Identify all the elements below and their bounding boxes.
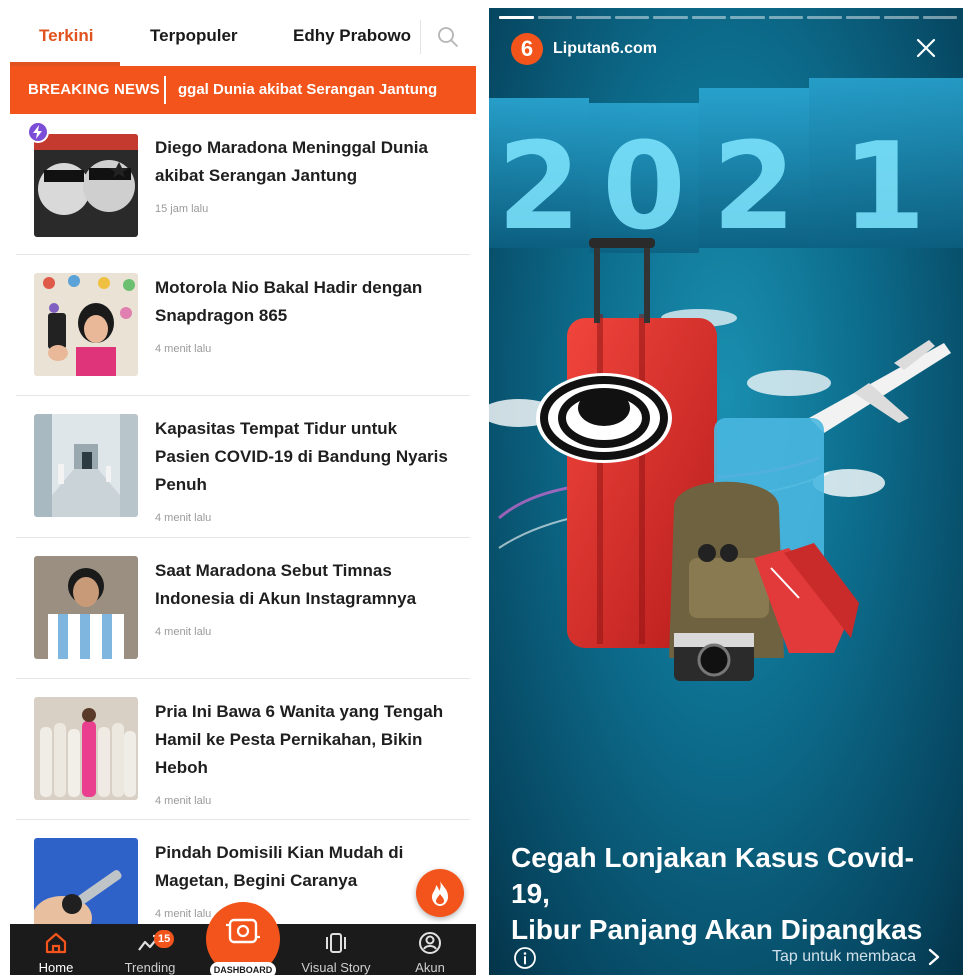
article-time: 4 menit lalu xyxy=(155,512,212,524)
home-icon xyxy=(45,932,67,954)
trending-count-badge: 15 xyxy=(154,930,175,948)
story-progress-segment xyxy=(730,16,765,19)
breaking-news-ticker[interactable]: ggal Dunia akibat Serangan Jantung xyxy=(178,81,468,98)
breaking-news-divider xyxy=(164,76,166,104)
category-tabs: Terkini Terpopuler Edhy Prabowo xyxy=(10,8,476,66)
tab-edhy-prabowo[interactable]: Edhy Prabowo xyxy=(293,26,411,46)
hero-digit: 0 xyxy=(602,118,686,257)
nav-akun[interactable]: Akun xyxy=(390,930,470,975)
story-title[interactable]: Cegah Lonjakan Kasus Covid-19, Libur Pan… xyxy=(511,840,951,948)
article-title[interactable]: Pria Ini Bawa 6 Wanita yang Tengah Hamil… xyxy=(155,698,460,782)
flash-badge-icon xyxy=(27,121,49,143)
hero-digit: 1 xyxy=(842,118,926,257)
story-hero-image: 1202 xyxy=(489,78,963,681)
close-icon[interactable] xyxy=(915,37,937,59)
article-title[interactable]: Diego Maradona Meninggal Dunia akibat Se… xyxy=(155,134,460,190)
brand-name: Liputan6.com xyxy=(553,40,658,57)
flame-icon xyxy=(432,881,448,906)
hot-news-button[interactable] xyxy=(416,869,464,917)
article-time: 15 jam lalu xyxy=(155,203,209,215)
list-divider xyxy=(16,254,470,255)
tab-terkini[interactable]: Terkini xyxy=(39,26,93,46)
story-progress-segment xyxy=(884,16,919,19)
list-divider xyxy=(16,819,470,820)
visual-story-icon xyxy=(326,933,346,953)
visual-story-panel[interactable]: 6 Liputan6.com 1202 Cegah Lonjakan Kasus… xyxy=(489,8,963,975)
story-progress-segment xyxy=(653,16,688,19)
search-icon[interactable] xyxy=(436,25,460,49)
article-title[interactable]: Kapasitas Tempat Tidur untuk Pasien COVI… xyxy=(155,415,460,499)
list-divider xyxy=(16,537,470,538)
story-progress-segment xyxy=(845,16,880,19)
nav-home[interactable]: Home xyxy=(16,930,96,975)
article-time: 4 menit lalu xyxy=(155,795,212,807)
news-feed-panel: Terkini Terpopuler Edhy Prabowo BREAKING… xyxy=(10,8,476,975)
article-thumbnail xyxy=(34,697,138,800)
article-time: 4 menit lalu xyxy=(155,343,212,355)
story-progress-segment xyxy=(614,16,649,19)
article-thumbnail xyxy=(34,556,138,659)
tap-to-read-link[interactable]: Tap untuk membaca xyxy=(772,948,916,966)
article-title[interactable]: Saat Maradona Sebut Timnas Indonesia di … xyxy=(155,557,460,613)
story-progress-segment xyxy=(537,16,572,19)
hero-digit: 2 xyxy=(712,118,796,257)
article-time: 4 menit lalu xyxy=(155,908,212,920)
nav-trending[interactable]: 15 Trending xyxy=(110,930,190,975)
account-icon xyxy=(419,932,441,954)
nav-visual-story[interactable]: Visual Story xyxy=(296,930,376,975)
article-title[interactable]: Pindah Domisili Kian Mudah di Magetan, B… xyxy=(155,839,460,895)
hero-digit: 2 xyxy=(497,118,581,257)
story-progress-segment xyxy=(922,16,957,19)
breaking-news-bar[interactable]: BREAKING NEWS ggal Dunia akibat Serangan… xyxy=(10,66,476,114)
info-icon[interactable] xyxy=(513,946,537,970)
story-progress-segment xyxy=(807,16,842,19)
story-progress-segment xyxy=(499,16,534,19)
breaking-news-label: BREAKING NEWS xyxy=(28,81,160,98)
dashboard-icon xyxy=(226,918,260,944)
liputan6-logo-icon: 6 xyxy=(511,33,543,65)
story-progress-segment xyxy=(576,16,611,19)
article-time: 4 menit lalu xyxy=(155,626,212,638)
article-thumbnail xyxy=(34,273,138,376)
story-progress-bar xyxy=(499,16,957,19)
dashboard-label: DASHBOARD xyxy=(210,962,276,975)
article-title[interactable]: Motorola Nio Bakal Hadir dengan Snapdrag… xyxy=(155,274,460,330)
bottom-navigation: Home 15 Trending DASHBOARD Visual Story … xyxy=(10,902,476,975)
tab-terpopuler[interactable]: Terpopuler xyxy=(150,26,238,46)
story-progress-segment xyxy=(768,16,803,19)
tab-divider xyxy=(420,20,421,54)
article-thumbnail xyxy=(34,414,138,517)
list-divider xyxy=(16,395,470,396)
article-thumbnail xyxy=(34,134,138,237)
chevron-right-icon[interactable] xyxy=(927,948,941,966)
list-divider xyxy=(16,678,470,679)
story-progress-segment xyxy=(691,16,726,19)
